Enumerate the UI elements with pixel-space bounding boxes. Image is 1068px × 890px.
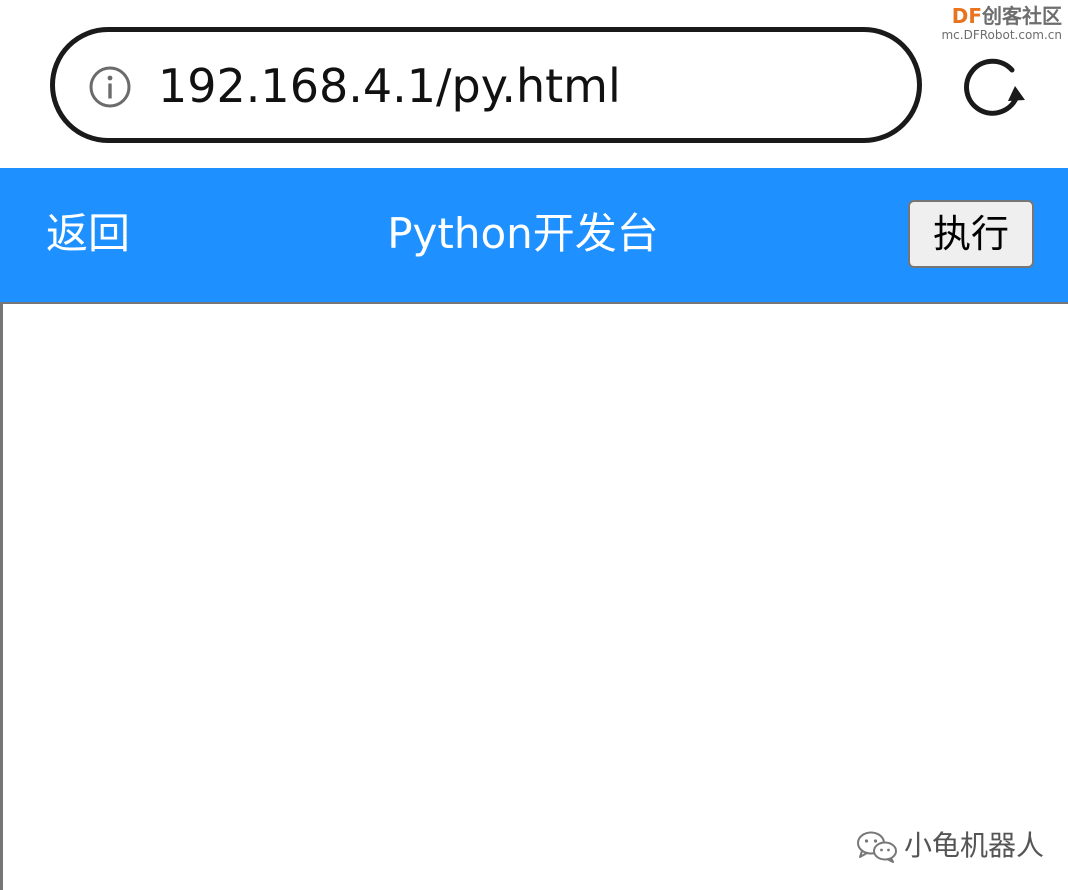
page: 192.168.4.1/py.html DF创客社区 mc.DFRobot.co…	[0, 0, 1068, 890]
app-header: 返回 Python开发台 执行	[0, 168, 1068, 302]
wechat-account-label: 小龟机器人	[904, 829, 1045, 862]
info-icon[interactable]	[88, 65, 132, 109]
browser-address-bar: 192.168.4.1/py.html DF创客社区 mc.DFRobot.co…	[0, 0, 1068, 168]
wechat-icon	[857, 831, 897, 863]
dfrobot-brand: DF创客社区	[951, 4, 1062, 28]
run-button[interactable]: 执行	[908, 200, 1034, 268]
url-text[interactable]: 192.168.4.1/py.html	[158, 56, 621, 116]
url-field[interactable]: 192.168.4.1/py.html	[50, 27, 922, 143]
dfrobot-watermark: DF创客社区 mc.DFRobot.com.cn	[941, 4, 1062, 42]
page-title: Python开发台	[387, 209, 659, 258]
dfrobot-site: mc.DFRobot.com.cn	[941, 28, 1062, 42]
reload-icon[interactable]	[962, 56, 1028, 122]
code-editor[interactable]	[0, 302, 1068, 890]
